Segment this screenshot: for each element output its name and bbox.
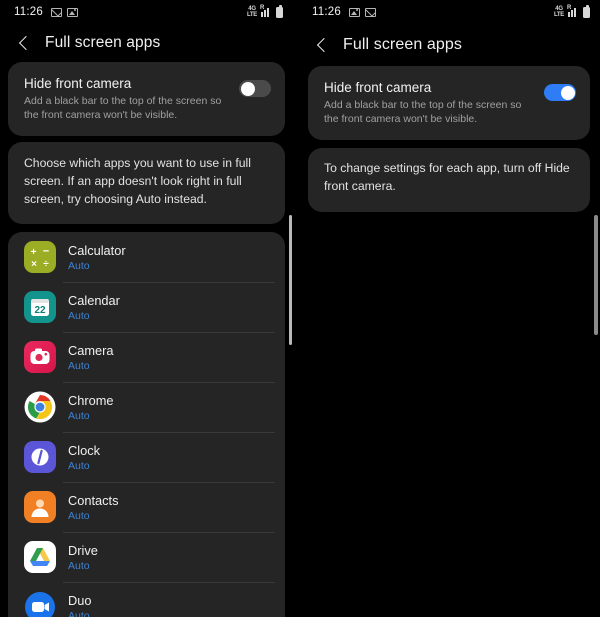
full-screen-info-card: Choose which apps you want to use in ful… [8, 142, 285, 225]
app-name: Clock [68, 442, 100, 458]
clock-icon [24, 441, 56, 474]
status-time: 11:26 [14, 6, 43, 18]
app-bar-right: Full screen apps [298, 24, 600, 66]
roaming-label: R [567, 5, 572, 11]
list-item[interactable]: 22 Calendar Auto [8, 282, 285, 332]
app-name: Camera [68, 342, 114, 358]
status-bar-left: 11:26 4G LTE R [0, 0, 293, 24]
signal-icon: R [567, 5, 579, 17]
list-item[interactable]: Drive Auto [8, 532, 285, 582]
hide-front-camera-row[interactable]: Hide front camera Add a black bar to the… [8, 62, 285, 136]
list-item-meta: Chrome Auto [68, 393, 114, 422]
list-item[interactable]: Clock Auto [8, 432, 285, 482]
svg-text:+: + [31, 247, 37, 258]
svg-text:−: − [43, 246, 49, 258]
list-item-meta: Drive Auto [68, 543, 98, 572]
network-icon: 4G LTE [554, 6, 564, 18]
hide-front-camera-card: Hide front camera Add a black bar to the… [308, 66, 590, 141]
signal-icon: R [260, 5, 272, 17]
photo-icon [66, 7, 78, 17]
turn-off-info-card: To change settings for each app, turn of… [308, 148, 590, 212]
calendar-icon: 22 [24, 291, 56, 324]
list-item[interactable]: Contacts Auto [8, 482, 285, 532]
scrollbar-left[interactable] [289, 215, 292, 345]
hide-front-camera-title: Hide front camera [24, 76, 132, 91]
network-type-bottom: LTE [554, 12, 564, 18]
network-icon: 4G LTE [247, 6, 257, 18]
app-list: + − × ÷ Calculator Auto 22 Calendar Auto… [8, 232, 285, 617]
hide-front-camera-description: Add a black bar to the top of the screen… [24, 95, 222, 122]
status-notification-icons [348, 7, 376, 17]
hide-front-camera-description: Add a black bar to the top of the screen… [324, 99, 522, 126]
chrome-icon [24, 391, 56, 423]
svg-text:22: 22 [34, 305, 46, 316]
battery-icon [583, 4, 590, 18]
calculator-icon: + − × ÷ [24, 241, 56, 274]
hide-front-camera-text: Hide front camera Add a black bar to the… [24, 76, 229, 122]
app-mode: Auto [68, 409, 90, 422]
app-mode: Auto [68, 609, 90, 617]
page-title: Full screen apps [343, 36, 462, 53]
right-phone-screen: 11:26 4G LTE R Full screen apps Hide fro… [298, 0, 600, 617]
app-mode: Auto [68, 309, 90, 322]
photo-icon [348, 7, 360, 17]
back-button[interactable] [15, 34, 33, 52]
list-item[interactable]: + − × ÷ Calculator Auto [8, 232, 285, 282]
status-time: 11:26 [312, 6, 341, 18]
list-item[interactable]: Duo Auto [8, 582, 285, 617]
page-title: Full screen apps [45, 34, 161, 51]
duo-icon [24, 591, 56, 617]
screenshot-root: 11:26 4G LTE R Full screen apps Hide fro… [0, 0, 600, 617]
app-name: Drive [68, 542, 98, 558]
list-item-meta: Calendar Auto [68, 293, 120, 322]
list-item-meta: Duo Auto [68, 593, 91, 617]
list-item[interactable]: Camera Auto [8, 332, 285, 382]
camera-icon [24, 341, 56, 374]
mail-icon [50, 7, 62, 17]
list-item[interactable]: Chrome Auto [8, 382, 285, 432]
scrollbar-right[interactable] [594, 215, 598, 335]
status-system-icons: 4G LTE R [247, 4, 283, 18]
svg-text:×: × [31, 259, 37, 270]
mail-icon [364, 7, 376, 17]
back-button[interactable] [313, 36, 331, 54]
roaming-label: R [260, 5, 265, 11]
app-mode: Auto [68, 509, 90, 522]
app-name: Chrome [68, 392, 114, 408]
toggle-knob [240, 81, 255, 96]
svg-text:÷: ÷ [43, 259, 49, 270]
drive-icon [24, 541, 56, 574]
status-system-icons: 4G LTE R [554, 4, 590, 18]
app-mode: Auto [68, 559, 90, 572]
list-item-meta: Calculator Auto [68, 243, 126, 272]
turn-off-info-text: To change settings for each app, turn of… [324, 161, 570, 194]
app-name: Calendar [68, 292, 120, 308]
app-mode: Auto [68, 259, 90, 272]
hide-front-camera-title: Hide front camera [324, 80, 432, 95]
network-type-bottom: LTE [247, 12, 257, 18]
app-bar-left: Full screen apps [0, 24, 293, 62]
hide-front-camera-toggle[interactable] [239, 80, 271, 97]
toggle-knob [560, 85, 575, 100]
app-mode: Auto [68, 359, 90, 372]
list-item-meta: Clock Auto [68, 443, 100, 472]
hide-front-camera-row[interactable]: Hide front camera Add a black bar to the… [308, 66, 590, 140]
list-item-meta: Contacts Auto [68, 493, 119, 522]
status-notification-icons [50, 7, 78, 17]
app-name: Calculator [68, 242, 126, 258]
app-mode: Auto [68, 459, 90, 472]
list-item-meta: Camera Auto [68, 343, 114, 372]
contacts-icon [24, 491, 56, 524]
app-name: Contacts [68, 492, 119, 508]
full-screen-info-text: Choose which apps you want to use in ful… [24, 156, 251, 206]
status-bar-right: 11:26 4G LTE R [298, 0, 600, 24]
battery-icon [276, 4, 283, 18]
app-name: Duo [68, 592, 92, 608]
left-phone-screen: 11:26 4G LTE R Full screen apps Hide fro… [0, 0, 293, 617]
hide-front-camera-text: Hide front camera Add a black bar to the… [324, 80, 534, 126]
hide-front-camera-toggle[interactable] [544, 84, 576, 101]
hide-front-camera-card: Hide front camera Add a black bar to the… [8, 62, 285, 137]
